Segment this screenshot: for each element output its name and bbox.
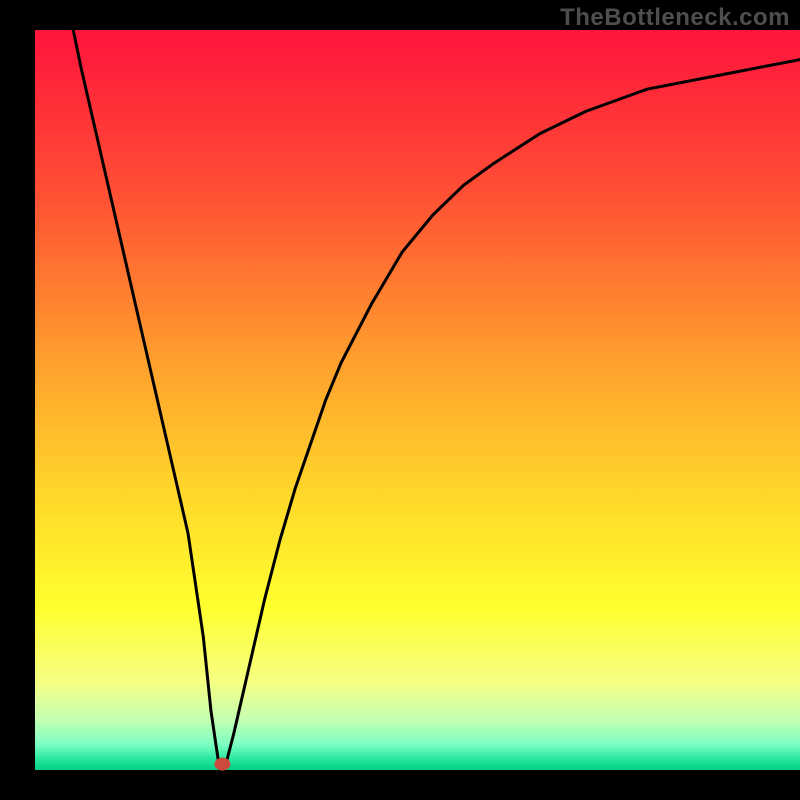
plot-background [35, 30, 800, 770]
chart-frame: TheBottleneck.com [0, 0, 800, 800]
watermark-text: TheBottleneck.com [560, 4, 790, 32]
chart-svg [0, 0, 800, 800]
min-marker [214, 758, 230, 771]
